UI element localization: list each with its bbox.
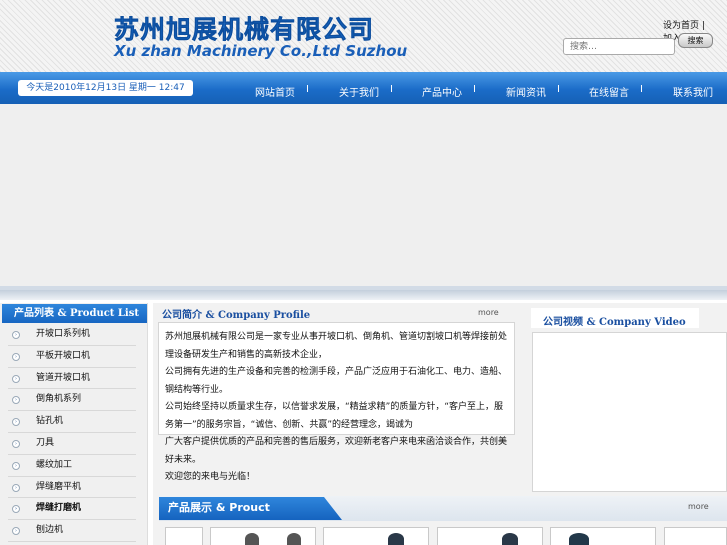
sidebar-item[interactable]: › 焊缝磨平机 [8,477,136,499]
sidebar-item-label: 倒角机系列 [36,394,82,405]
arrow-bullet-icon: › [12,374,20,383]
nav-contact[interactable]: 联系我们 [673,84,713,99]
sidebar-item-label: 焊缝磨平机 [36,481,82,492]
company-profile-title: 公司简介 & Company Profile [162,310,311,321]
date-display: 今天是2010年12月13日 星期一 12:47 [18,80,193,96]
product-section-title: 产品展示 & Prouct [168,501,270,514]
nav-message[interactable]: 在线留言 [589,84,629,99]
product-category-list: › 开坡口系列机 › 平板开坡口机 › 管道开坡口机 › 倒角机系列 › 钻孔机 › 刀具 … [8,324,136,542]
product-thumbnail[interactable] [550,527,656,545]
arrow-bullet-icon: › [12,352,20,361]
product-thumbnail[interactable] [664,527,727,545]
sidebar-title: 产品列表 & Product List [2,304,147,323]
profile-line: 公司拥有先进的生产设备和完善的检测手段，产品广泛应用于石油化工、电力、造船、钢结… [165,367,508,395]
video-player[interactable] [532,332,727,492]
profile-line: 苏州旭展机械有限公司是一家专业从事开坡口机、倒角机、管道切割坡口机等焊接前处理设… [165,332,508,360]
sidebar-item-label: 钻孔机 [36,416,64,427]
logo-english[interactable]: Xu zhan Machinery Co.,Ltd Suzhou [114,42,407,60]
product-thumbnail[interactable] [437,527,543,545]
profile-line: 广大客户提供优质的产品和完善的售后服务，欢迎新老客户来电来函洽谈合作，共创美好未… [165,437,508,465]
product-image [245,533,259,545]
product-image [502,533,518,545]
product-image [569,533,589,545]
sidebar-item-label: 开坡口系列机 [36,329,91,339]
nav-separator: I [473,84,476,95]
company-video-title: 公司视频 & Company Video [543,317,686,328]
nav-separator: I [306,84,309,95]
arrow-bullet-icon: › [12,331,20,339]
product-more-link[interactable]: more [688,502,709,511]
banner-divider [0,290,727,300]
arrow-bullet-icon: › [12,439,20,448]
product-image [287,533,301,545]
product-thumbnail[interactable] [323,527,429,545]
sidebar-item[interactable]: › 刨边机 [8,520,136,542]
nav-separator: I [390,84,393,95]
sidebar-item[interactable]: › 螺纹加工 [8,455,136,477]
nav-products[interactable]: 产品中心 [422,84,462,99]
sidebar-item[interactable]: › 平板开坡口机 [8,346,136,368]
set-homepage-link[interactable]: 设为首页 [663,18,699,31]
search-input[interactable] [563,38,675,55]
sidebar-item[interactable]: › 钻孔机 [8,411,136,433]
profile-line: 公司始终坚持以质量求生存，以信誉求发展，“精益求精”的质量方针，“客户至上，服务… [165,402,503,430]
nav-separator: I [557,84,560,95]
link-separator: | [701,21,705,31]
logo-chinese[interactable]: 苏州旭展机械有限公司 [114,10,374,46]
arrow-bullet-icon: › [12,418,20,427]
product-image [388,533,404,545]
search-button[interactable]: 搜索 [678,33,713,48]
sidebar-item[interactable]: › 管道开坡口机 [8,368,136,390]
nav-home[interactable]: 网站首页 [255,84,295,99]
sidebar-item[interactable]: › 刀具 [8,433,136,455]
sidebar-item-label: 刀具 [36,437,55,448]
nav-about[interactable]: 关于我们 [339,84,379,99]
product-thumbnail[interactable] [165,527,203,545]
sidebar-item[interactable]: › 倒角机系列 [8,389,136,412]
arrow-bullet-icon: › [12,396,20,405]
arrow-bullet-icon: › [12,505,20,514]
product-thumbnail[interactable] [210,527,316,545]
banner [0,104,727,290]
nav-separator: I [640,84,643,95]
sidebar-item[interactable]: › 开坡口系列机 [8,324,136,346]
nav-news[interactable]: 新闻资讯 [506,84,546,99]
sidebar-item-label: 管道开坡口机 [36,372,91,383]
profile-more-link[interactable]: more [478,308,499,317]
arrow-bullet-icon: › [12,461,20,470]
company-profile-text: 苏州旭展机械有限公司是一家专业从事开坡口机、倒角机、管道切割坡口机等焊接前处理设… [158,322,515,482]
sidebar-item-label: 刨边机 [36,525,64,536]
arrow-bullet-icon: › [12,527,20,536]
sidebar-item-label: 平板开坡口机 [36,350,91,361]
sidebar-item-label: 螺纹加工 [36,459,73,470]
arrow-bullet-icon: › [12,483,20,492]
profile-line: 欢迎您的来电与光临！ [165,472,256,482]
sidebar-item[interactable]: › 焊缝打磨机 [8,498,136,521]
sidebar-item-label: 焊缝打磨机 [36,503,82,514]
